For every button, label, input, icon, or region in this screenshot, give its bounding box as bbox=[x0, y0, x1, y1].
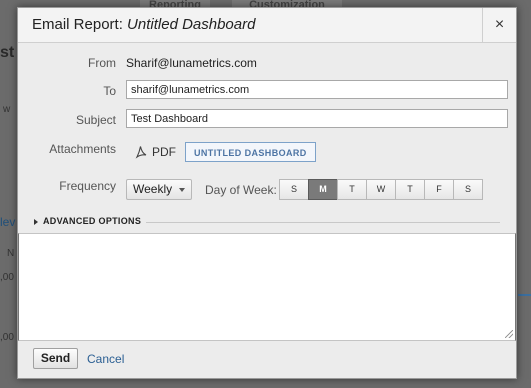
day-of-week-label: Day of Week: bbox=[205, 183, 277, 197]
frequency-dropdown[interactable]: Weekly bbox=[126, 179, 192, 200]
message-textarea[interactable] bbox=[18, 233, 516, 341]
bg-axis-fragment: ,00 bbox=[0, 332, 14, 343]
day-button-monday[interactable]: M bbox=[308, 179, 338, 200]
day-button-tuesday[interactable]: T bbox=[337, 179, 367, 200]
day-of-week-selector: S M T W T F S bbox=[279, 179, 483, 200]
advanced-options-toggle[interactable]: ADVANCED OPTIONS bbox=[34, 216, 141, 226]
day-button-friday[interactable]: F bbox=[424, 179, 454, 200]
dialog-title-dashboard: Untitled Dashboard bbox=[127, 16, 256, 33]
send-button[interactable]: Send bbox=[33, 348, 78, 369]
day-button-wednesday[interactable]: W bbox=[366, 179, 396, 200]
subject-input[interactable] bbox=[126, 109, 508, 128]
bg-chart-line bbox=[518, 294, 531, 296]
advanced-options-label: ADVANCED OPTIONS bbox=[43, 216, 142, 226]
cancel-link[interactable]: Cancel bbox=[87, 352, 124, 366]
from-label: From bbox=[88, 56, 116, 70]
dialog-title: Email Report: Untitled Dashboard bbox=[32, 16, 255, 33]
day-button-sunday[interactable]: S bbox=[279, 179, 309, 200]
bg-side-fragment: w bbox=[3, 104, 11, 115]
bg-axis-fragment: ,00 bbox=[0, 272, 14, 283]
dialog-header: Email Report: Untitled Dashboard × bbox=[18, 8, 516, 43]
chevron-down-icon bbox=[179, 188, 185, 192]
attachment-chip[interactable]: UNTITLED DASHBOARD bbox=[185, 142, 316, 162]
resize-handle-icon[interactable] bbox=[505, 330, 513, 338]
caret-right-icon bbox=[34, 218, 38, 225]
pdf-icon bbox=[135, 146, 147, 159]
attachments-label: Attachments bbox=[49, 142, 116, 156]
dialog-title-prefix: Email Report: bbox=[32, 16, 128, 33]
divider bbox=[146, 222, 500, 223]
from-value: Sharif@lunametrics.com bbox=[126, 56, 257, 70]
bg-side-fragment: N bbox=[7, 248, 15, 259]
email-report-dialog: Email Report: Untitled Dashboard × From … bbox=[17, 7, 517, 379]
bg-link-fragment: lev bbox=[0, 215, 16, 229]
close-button[interactable]: × bbox=[482, 8, 516, 42]
to-input[interactable] bbox=[126, 80, 508, 99]
day-button-thursday[interactable]: T bbox=[395, 179, 425, 200]
frequency-label: Frequency bbox=[59, 179, 116, 193]
attachment-format: PDF bbox=[152, 145, 176, 159]
frequency-value: Weekly bbox=[133, 182, 173, 196]
day-button-saturday[interactable]: S bbox=[453, 179, 483, 200]
subject-label: Subject bbox=[75, 113, 116, 127]
bg-title-fragment: st bbox=[0, 44, 15, 61]
to-label: To bbox=[103, 84, 116, 98]
